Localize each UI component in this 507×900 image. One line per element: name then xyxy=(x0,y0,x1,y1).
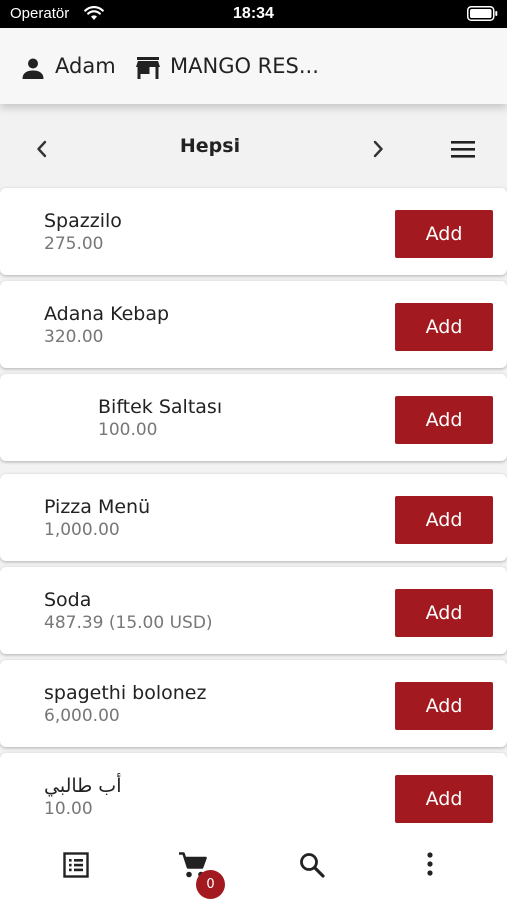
category-title: Hepsi xyxy=(179,135,241,157)
product-price: 275.00 xyxy=(44,234,104,254)
product-name: Spazzilo xyxy=(44,210,122,232)
hamburger-menu-icon[interactable] xyxy=(449,138,477,160)
user-name[interactable]: Adam xyxy=(55,54,116,78)
add-button[interactable]: Add xyxy=(395,303,493,351)
product-name: Soda xyxy=(44,589,92,611)
cart-count-badge: 0 xyxy=(196,870,225,899)
clock: 18:34 xyxy=(233,5,274,22)
product-card[interactable]: Spazzilo 275.00 Add xyxy=(0,188,507,275)
more-tab[interactable] xyxy=(410,848,450,888)
product-price: 6,000.00 xyxy=(44,706,120,726)
product-price: 100.00 xyxy=(98,420,158,440)
product-price: 320.00 xyxy=(44,327,104,347)
bottom-nav: 0 xyxy=(0,828,507,900)
product-price: 487.39 (15.00 USD) xyxy=(44,613,213,633)
product-price: 1,000.00 xyxy=(44,520,120,540)
product-name: Biftek Saltası xyxy=(98,396,223,418)
add-button[interactable]: Add xyxy=(395,775,493,823)
battery-icon xyxy=(467,6,498,21)
orders-tab[interactable] xyxy=(56,848,96,888)
search-tab[interactable] xyxy=(292,848,332,888)
product-card[interactable]: spagethi bolonez 6,000.00 Add xyxy=(0,660,507,747)
product-card[interactable]: Pizza Menü 1,000.00 Add xyxy=(0,474,507,561)
product-name: Pizza Menü xyxy=(44,496,151,518)
search-icon xyxy=(300,853,325,878)
product-name: أب طالبي xyxy=(44,775,122,797)
product-name: Adana Kebap xyxy=(44,303,170,325)
product-price: 10.00 xyxy=(44,799,93,819)
product-card[interactable]: أب طالبي 10.00 Add xyxy=(0,753,507,840)
add-button[interactable]: Add xyxy=(395,682,493,730)
more-vertical-icon xyxy=(427,852,433,876)
status-bar: Operatör 18:34 xyxy=(0,0,507,28)
chevron-right-icon[interactable] xyxy=(370,139,386,159)
add-button[interactable]: Add xyxy=(395,589,493,637)
app-header: Adam MANGO RES... xyxy=(0,28,507,104)
add-button[interactable]: Add xyxy=(395,396,493,444)
add-button[interactable]: Add xyxy=(395,496,493,544)
list-icon xyxy=(63,852,89,878)
store-icon xyxy=(136,57,160,79)
product-card[interactable]: Soda 487.39 (15.00 USD) Add xyxy=(0,567,507,654)
category-bar: Hepsi xyxy=(0,104,507,186)
add-button[interactable]: Add xyxy=(395,210,493,258)
person-icon xyxy=(22,58,44,79)
product-card[interactable]: Adana Kebap 320.00 Add xyxy=(0,281,507,368)
store-name[interactable]: MANGO RES... xyxy=(170,54,319,78)
product-card[interactable]: Biftek Saltası 100.00 Add xyxy=(0,374,507,461)
product-name: spagethi bolonez xyxy=(44,682,207,704)
